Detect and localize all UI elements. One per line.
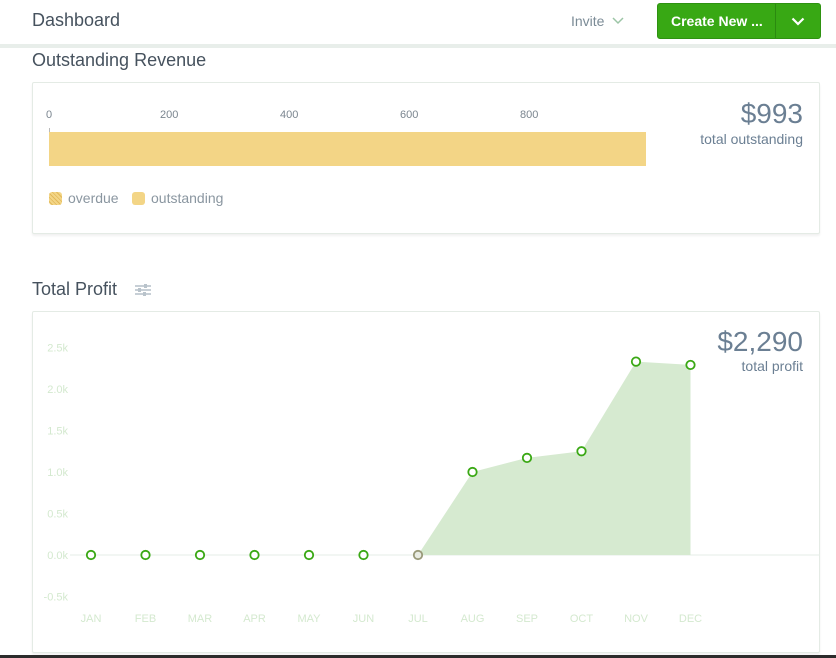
y-tick-label: 0.5k: [47, 509, 68, 521]
profit-area: [418, 361, 691, 555]
x-tick-label: DEC: [679, 613, 702, 625]
data-point[interactable]: [630, 356, 642, 367]
data-point[interactable]: [194, 549, 206, 561]
x-tick-label: OCT: [570, 613, 594, 625]
x-tick-label: SEP: [516, 613, 538, 625]
x-tick-label: JAN: [81, 613, 102, 625]
y-tick-label: -0.5k: [44, 592, 69, 604]
data-point[interactable]: [521, 452, 533, 463]
y-tick-label: 2.5k: [47, 343, 68, 355]
y-tick-label: 1.0k: [47, 467, 68, 479]
data-point[interactable]: [467, 466, 478, 478]
data-point[interactable]: [412, 549, 424, 561]
data-point[interactable]: [85, 549, 97, 561]
data-point[interactable]: [140, 549, 151, 561]
y-tick-label: 1.5k: [47, 426, 68, 438]
x-tick-label: JUN: [353, 613, 374, 625]
data-point[interactable]: [685, 359, 696, 371]
data-point[interactable]: [358, 549, 369, 561]
profit-area-chart: 2.5k 2.0k 1.5k 1.0k 0.5k 0.0k -0.5k JAN FEB MAR AP…: [44, 343, 820, 625]
x-tick-label: NOV: [624, 613, 649, 625]
x-tick-label: FEB: [135, 613, 156, 625]
x-tick-label: AUG: [461, 613, 485, 625]
x-tick-label: APR: [243, 613, 266, 625]
x-tick-label: MAR: [188, 613, 213, 625]
data-point[interactable]: [303, 549, 315, 561]
y-tick-label: 2.0k: [47, 384, 68, 396]
data-point[interactable]: [249, 549, 260, 561]
data-point[interactable]: [576, 446, 587, 457]
y-tick-label: 0.0k: [47, 550, 68, 562]
x-tick-label: MAY: [297, 613, 321, 625]
x-tick-label: JUL: [408, 613, 428, 625]
